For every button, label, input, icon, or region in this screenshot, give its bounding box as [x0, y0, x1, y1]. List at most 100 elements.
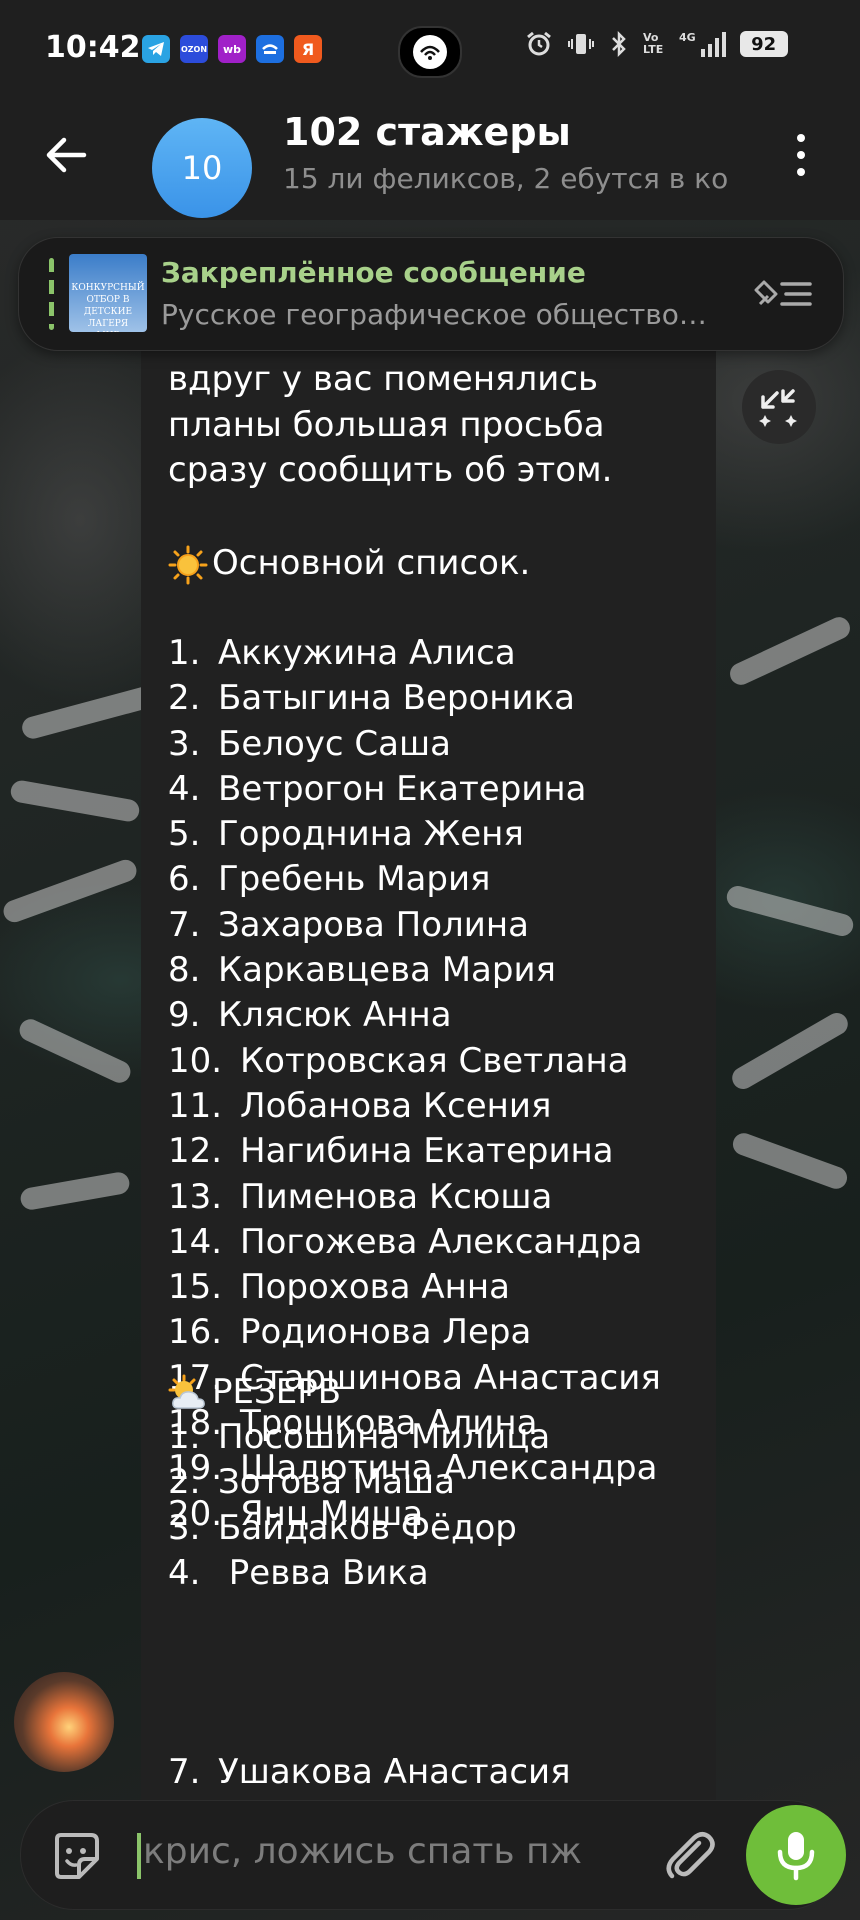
- list-item-name: Родионова Лера: [240, 1312, 532, 1353]
- list-item: 16. Родионова Лера: [168, 1310, 661, 1355]
- volte-label: Vo LTE: [643, 31, 664, 56]
- network-type-label: 4G: [679, 31, 696, 44]
- list-item: 1. Аккужина Алиса: [168, 631, 661, 676]
- back-button[interactable]: [42, 130, 92, 180]
- status-bar: 10:42 OZON wb Я Vo LTE 4G 92: [0, 0, 860, 100]
- list-item-name: Каркавцева Мария: [218, 950, 557, 991]
- list-item-number: 7.: [168, 904, 201, 945]
- microphone-icon: [777, 1832, 815, 1881]
- chat-subtitle[interactable]: 15 ли феликсов, 2 ебутся в ко: [283, 162, 743, 195]
- list-item-number: 2.: [168, 678, 201, 719]
- list-item-name: Зотова Маша: [218, 1462, 456, 1503]
- dot-icon: [797, 167, 805, 176]
- list-item: 11. Лобанова Ксения: [168, 1084, 661, 1129]
- wallpaper-lace: [729, 1130, 851, 1192]
- chat-header: 10 102 стажеры 15 ли феликсов, 2 ебутся …: [0, 100, 860, 220]
- list-item-name: Байдаков Фёдор: [218, 1507, 517, 1548]
- list-item-number: 3.: [168, 1507, 201, 1548]
- wallpaper-lace: [724, 883, 856, 939]
- list-item-number: 6.: [168, 859, 201, 900]
- list-item: 1. Посошина Милица: [168, 1415, 550, 1460]
- chat-avatar[interactable]: 10: [152, 118, 252, 218]
- list-item-number: 14.: [168, 1221, 223, 1262]
- list-item-number: 12.: [168, 1131, 223, 1172]
- list-item-number: 9.: [168, 995, 201, 1036]
- list-item: 14. Погожева Александра: [168, 1220, 661, 1265]
- list-item-number: 1.: [168, 1417, 201, 1457]
- pinned-thumbnail-text: КОНКУРСНЫЙ ОТБОР В ДЕТСКИЕ ЛАГЕРЯ МИР ОТ…: [71, 283, 145, 332]
- list-item-name: Аккужина Алиса: [218, 633, 516, 673]
- list-item-name: Гребень Мария: [218, 859, 491, 900]
- list-item: 10. Котровская Светлана: [168, 1039, 661, 1084]
- hotspot-icon: [413, 35, 447, 69]
- list-item-name: Ревва Вика: [218, 1552, 429, 1593]
- system-icons: Vo LTE 4G 92: [525, 30, 788, 58]
- list-item-number: 15.: [168, 1267, 223, 1308]
- list-item-name: Пименова Ксюша: [240, 1176, 553, 1217]
- pinned-list-icon[interactable]: [754, 274, 814, 314]
- pinned-indicator: [49, 258, 54, 330]
- sender-avatar[interactable]: [14, 1672, 114, 1772]
- reserve-heading: РЕЗЕРВ: [168, 1370, 341, 1415]
- list-item: 3. Белоус Саша: [168, 722, 661, 767]
- list-item: 2. Батыгина Вероника: [168, 676, 661, 721]
- list-item-name: Нагибина Екатерина: [240, 1131, 614, 1172]
- list-item-name: Котровская Светлана: [240, 1040, 629, 1081]
- pinned-message-bar[interactable]: КОНКУРСНЫЙ ОТБОР В ДЕТСКИЕ ЛАГЕРЯ МИР ОТ…: [18, 237, 844, 351]
- list-item-number: 10.: [168, 1040, 223, 1081]
- list-item-name: Ветрогон Екатерина: [218, 768, 587, 809]
- list-item-number: 2.: [168, 1462, 201, 1503]
- message-input[interactable]: крис, ложись спать пж: [143, 1831, 643, 1872]
- list-item: 9. Клясюк Анна: [168, 993, 661, 1038]
- list-item-name: Погожева Александра: [240, 1221, 643, 1262]
- list-item-name: Городнина Женя: [218, 814, 524, 855]
- list-item: 4. Ветрогон Екатерина: [168, 767, 661, 812]
- list-item: 6. Гребень Мария: [168, 857, 661, 902]
- sun-behind-cloud-emoji-icon: [168, 1374, 205, 1409]
- pinned-thumbnail: КОНКУРСНЫЙ ОТБОР В ДЕТСКИЕ ЛАГЕРЯ МИР ОТ…: [69, 254, 147, 332]
- list-item-name: Ушакова Анастасия: [218, 1752, 571, 1792]
- telegram-icon: [142, 35, 170, 63]
- chat-title[interactable]: 102 стажеры: [283, 110, 571, 154]
- list-item: 7. Ушакова Анастасия: [168, 1750, 571, 1795]
- ozon-icon: OZON: [180, 35, 208, 63]
- list-item: 5. Городнина Женя: [168, 812, 661, 857]
- list-item-number: 7.: [168, 1752, 201, 1792]
- main-list-heading: Основной список.: [168, 541, 530, 586]
- list-item-name: Захарова Полина: [218, 904, 529, 945]
- paperclip-icon[interactable]: [659, 1825, 719, 1885]
- reserve-list-partial: 7. Ушакова Анастасия: [168, 1750, 571, 1795]
- voice-record-button[interactable]: [746, 1805, 846, 1905]
- list-item: 2. Зотова Маша: [168, 1460, 550, 1505]
- message-bubble[interactable]: вдруг у вас поменялись планы большая про…: [141, 345, 716, 1800]
- signal-icon: 4G: [679, 31, 726, 57]
- sun-emoji-icon: [168, 545, 208, 584]
- more-menu-button[interactable]: [786, 130, 816, 180]
- message-input-bar: крис, ложись спать пж: [20, 1800, 846, 1910]
- collapse-sparkle-icon: [759, 389, 797, 427]
- sticker-emoji-icon[interactable]: [49, 1829, 103, 1883]
- status-time: 10:42: [45, 30, 141, 65]
- list-item: 4. Ревва Вика: [168, 1551, 550, 1596]
- wallpaper-lace: [9, 778, 141, 824]
- camera-island: [398, 26, 462, 78]
- list-item-name: Клясюк Анна: [218, 995, 452, 1036]
- list-item-number: 4.: [168, 1552, 201, 1593]
- reserve-heading-text: РЕЗЕРВ: [212, 1372, 342, 1412]
- collapse-button[interactable]: [742, 370, 816, 444]
- pinned-text: Русское географическое общество…: [161, 298, 707, 331]
- list-item-name: Белоус Саша: [218, 723, 451, 764]
- list-item: 15. Порохова Анна: [168, 1265, 661, 1310]
- reserve-list: 1. Посошина Милица 2. Зотова Маша 3. Байдаков…: [168, 1415, 550, 1596]
- alarm-icon: [527, 31, 551, 56]
- main-list-heading-text: Основной список.: [212, 543, 531, 583]
- wildberries-icon: wb: [218, 35, 246, 63]
- gosuslugi-icon: [256, 35, 284, 63]
- list-item-name: Порохова Анна: [240, 1267, 510, 1308]
- dot-icon: [797, 134, 805, 143]
- dot-icon: [797, 150, 805, 159]
- list-item: 8. Каркавцева Мария: [168, 948, 661, 993]
- wallpaper-lace: [18, 1170, 132, 1212]
- list-item-number: 8.: [168, 950, 201, 991]
- bluetooth-icon: [612, 30, 626, 58]
